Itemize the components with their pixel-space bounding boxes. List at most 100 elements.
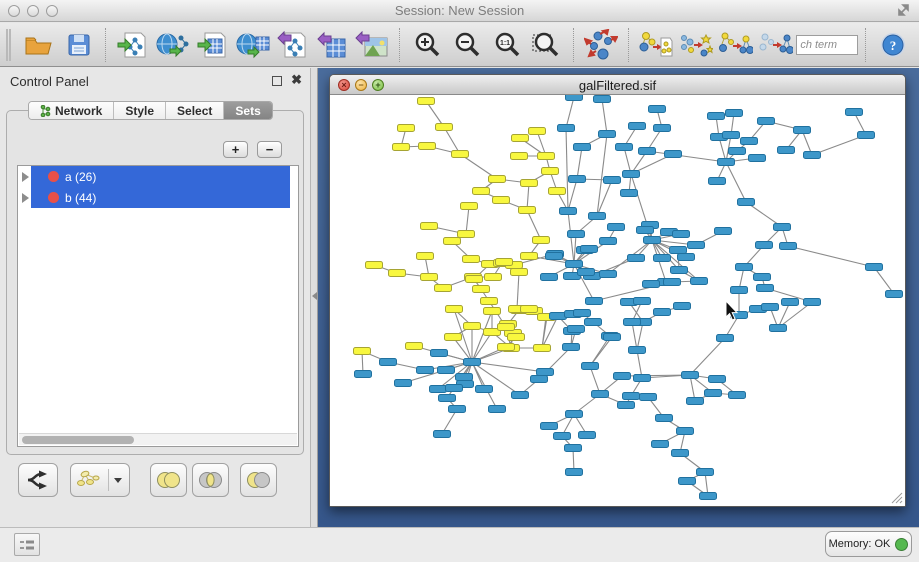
graph-node[interactable] bbox=[578, 269, 595, 276]
graph-edge[interactable] bbox=[577, 147, 582, 179]
graph-node[interactable] bbox=[464, 323, 481, 330]
graph-node[interactable] bbox=[574, 144, 591, 151]
graph-node[interactable] bbox=[582, 363, 599, 370]
graph-node[interactable] bbox=[629, 347, 646, 354]
graph-node[interactable] bbox=[678, 254, 695, 261]
graph-node[interactable] bbox=[546, 253, 563, 260]
graph-node[interactable] bbox=[679, 478, 696, 485]
expander-arrow-icon[interactable] bbox=[22, 172, 29, 182]
network-canvas[interactable] bbox=[330, 95, 905, 506]
graph-node[interactable] bbox=[634, 375, 651, 382]
graph-node[interactable] bbox=[673, 231, 690, 238]
graph-node[interactable] bbox=[560, 208, 577, 215]
import-network-file-button[interactable] bbox=[116, 27, 150, 63]
graph-node[interactable] bbox=[756, 242, 773, 249]
graph-node[interactable] bbox=[687, 398, 704, 405]
graph-node[interactable] bbox=[616, 144, 633, 151]
remove-set-button[interactable]: − bbox=[257, 141, 282, 158]
graph-node[interactable] bbox=[521, 306, 538, 313]
graph-node[interactable] bbox=[665, 151, 682, 158]
graph-node[interactable] bbox=[637, 227, 654, 234]
graph-node[interactable] bbox=[466, 276, 483, 283]
graph-node[interactable] bbox=[780, 243, 797, 250]
graph-node[interactable] bbox=[639, 148, 656, 155]
memory-status-badge[interactable]: Memory: OK bbox=[825, 531, 912, 557]
graph-node[interactable] bbox=[434, 431, 451, 438]
save-session-button[interactable] bbox=[62, 27, 96, 63]
graph-node[interactable] bbox=[618, 402, 635, 409]
graph-node[interactable] bbox=[436, 124, 453, 131]
graph-node[interactable] bbox=[723, 132, 740, 139]
graph-node[interactable] bbox=[444, 238, 461, 245]
graph-node[interactable] bbox=[718, 159, 735, 166]
graph-node[interactable] bbox=[421, 223, 438, 230]
graph-node[interactable] bbox=[380, 359, 397, 366]
graph-node[interactable] bbox=[697, 469, 714, 476]
graph-node[interactable] bbox=[550, 313, 567, 320]
graph-node[interactable] bbox=[794, 127, 811, 134]
graph-node[interactable] bbox=[691, 278, 708, 285]
graph-node[interactable] bbox=[354, 348, 371, 355]
graph-node[interactable] bbox=[729, 148, 746, 155]
graph-node[interactable] bbox=[726, 110, 743, 117]
graph-node[interactable] bbox=[621, 190, 638, 197]
scrollbar-thumb[interactable] bbox=[22, 436, 134, 444]
graph-node[interactable] bbox=[508, 334, 525, 341]
graph-node[interactable] bbox=[886, 291, 903, 298]
graph-node[interactable] bbox=[435, 285, 452, 292]
graph-node[interactable] bbox=[538, 153, 555, 160]
graph-node[interactable] bbox=[417, 253, 434, 260]
graph-node[interactable] bbox=[604, 334, 621, 341]
tab-network[interactable]: Network bbox=[29, 102, 114, 119]
graph-node[interactable] bbox=[476, 386, 493, 393]
graph-node[interactable] bbox=[654, 255, 671, 262]
export-network-button[interactable] bbox=[276, 27, 310, 63]
graph-node[interactable] bbox=[634, 298, 651, 305]
create-set-from-layout-button[interactable] bbox=[70, 463, 130, 497]
import-network-web-button[interactable] bbox=[156, 27, 190, 63]
union-sets-button[interactable] bbox=[150, 463, 187, 497]
collapse-panel-icon[interactable] bbox=[312, 292, 317, 300]
graph-node[interactable] bbox=[430, 386, 447, 393]
graph-node[interactable] bbox=[406, 343, 423, 350]
export-table-button[interactable] bbox=[316, 27, 350, 63]
graph-node[interactable] bbox=[566, 469, 583, 476]
network-from-selection-file-button[interactable] bbox=[639, 27, 673, 63]
graph-node[interactable] bbox=[652, 441, 669, 448]
graph-node[interactable] bbox=[395, 380, 412, 387]
graph-node[interactable] bbox=[458, 231, 475, 238]
graph-node[interactable] bbox=[736, 264, 753, 271]
graph-node[interactable] bbox=[566, 95, 583, 101]
graph-edge[interactable] bbox=[637, 350, 642, 378]
graph-node[interactable] bbox=[541, 423, 558, 430]
graph-node[interactable] bbox=[566, 261, 583, 268]
graph-node[interactable] bbox=[541, 274, 558, 281]
split-sets-button[interactable] bbox=[18, 463, 58, 497]
graph-node[interactable] bbox=[549, 188, 566, 195]
graph-node[interactable] bbox=[762, 304, 779, 311]
graph-node[interactable] bbox=[804, 299, 821, 306]
graph-edge[interactable] bbox=[624, 147, 631, 174]
network-window-titlebar[interactable]: × − + galFiltered.sif bbox=[330, 75, 905, 95]
graph-edge[interactable] bbox=[527, 183, 529, 210]
graph-node[interactable] bbox=[393, 144, 410, 151]
graph-node[interactable] bbox=[654, 125, 671, 132]
graph-edge[interactable] bbox=[568, 179, 577, 211]
apply-layout-button[interactable] bbox=[584, 27, 618, 63]
graph-node[interactable] bbox=[643, 281, 660, 288]
set-row-b[interactable]: b (44) bbox=[18, 187, 298, 208]
graph-node[interactable] bbox=[449, 406, 466, 413]
graph-node[interactable] bbox=[708, 113, 725, 120]
graph-node[interactable] bbox=[496, 259, 513, 266]
graph-edge[interactable] bbox=[466, 206, 469, 234]
graph-node[interactable] bbox=[629, 123, 646, 130]
graph-node[interactable] bbox=[512, 135, 529, 142]
graph-node[interactable] bbox=[677, 428, 694, 435]
graph-node[interactable] bbox=[484, 308, 501, 315]
graph-node[interactable] bbox=[456, 374, 473, 381]
graph-node[interactable] bbox=[604, 177, 621, 184]
graph-node[interactable] bbox=[628, 255, 645, 262]
graph-node[interactable] bbox=[452, 151, 469, 158]
graph-node[interactable] bbox=[493, 197, 510, 204]
graph-node[interactable] bbox=[473, 286, 490, 293]
